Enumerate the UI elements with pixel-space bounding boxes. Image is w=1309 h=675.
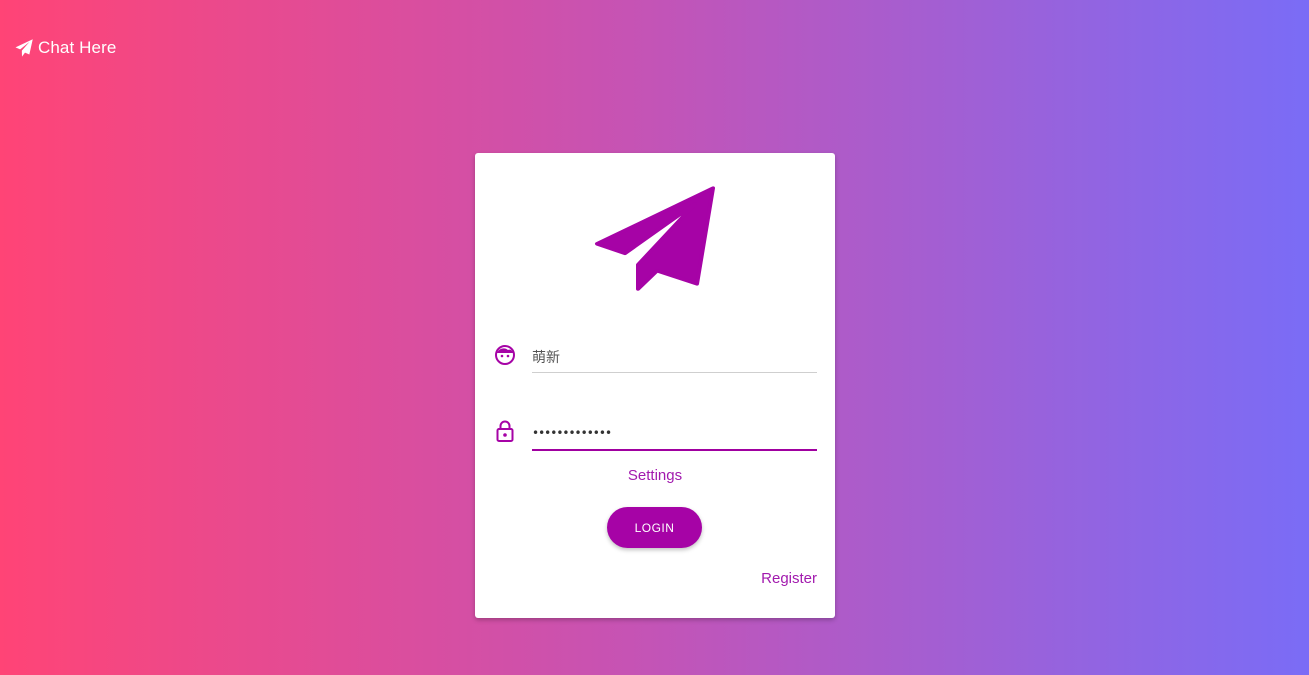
password-input[interactable] [532,420,817,446]
paper-plane-icon [14,38,34,58]
face-icon [493,343,517,367]
brand-name: Chat Here [38,38,117,57]
settings-link[interactable]: Settings [475,467,835,484]
username-field [493,339,817,375]
login-button[interactable]: LOGIN [607,507,702,548]
username-input[interactable] [532,344,817,370]
app-brand[interactable]: Chat Here [14,38,116,58]
login-card: Settings LOGIN Register [475,153,835,618]
username-underline [532,372,817,373]
lock-icon [493,419,517,443]
register-link[interactable]: Register [761,570,817,587]
paper-plane-logo-icon [593,171,717,295]
password-field [493,415,817,451]
password-underline-focused [532,449,817,451]
